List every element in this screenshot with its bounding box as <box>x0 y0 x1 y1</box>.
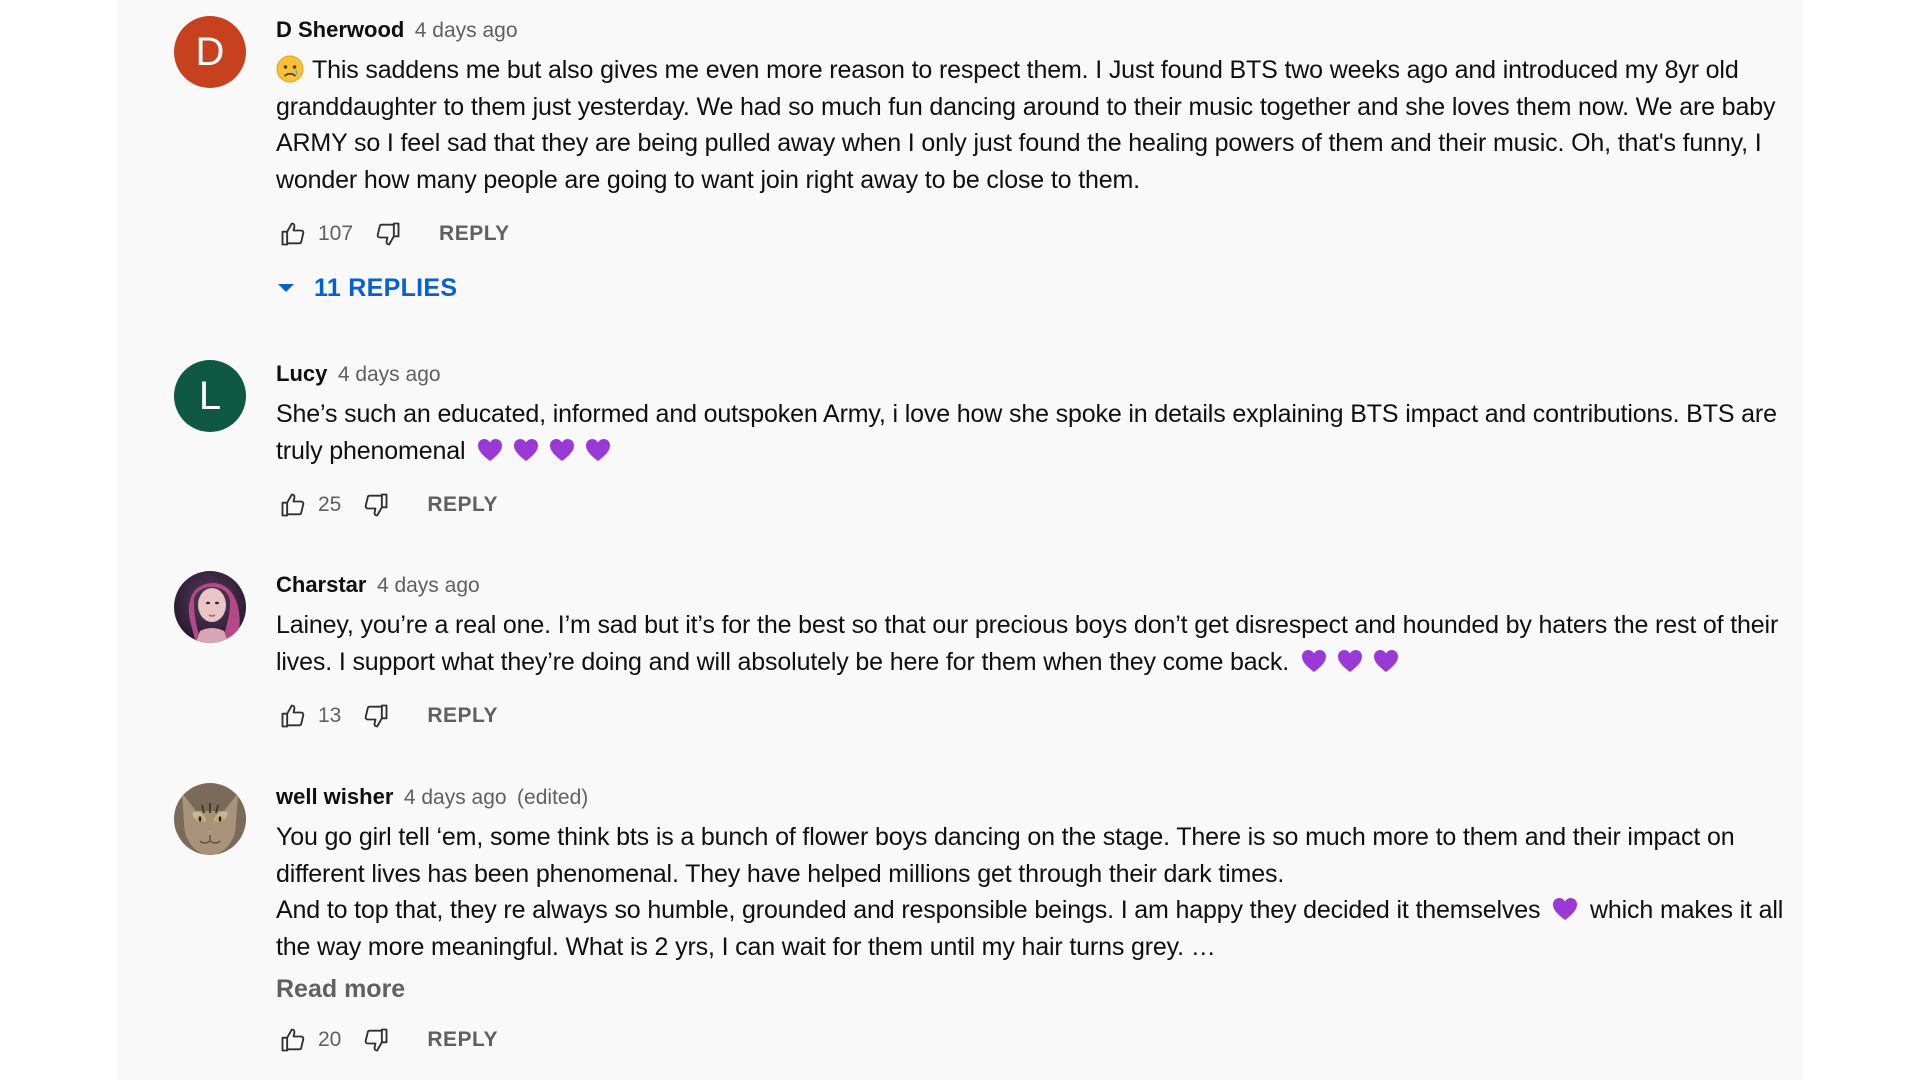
edited-label: (edited) <box>517 786 589 809</box>
purple-heart-icon <box>478 438 503 461</box>
comment-actions: 13 REPLY <box>276 696 1791 736</box>
like-button[interactable] <box>276 488 310 522</box>
thumbs-down-icon <box>365 704 388 728</box>
purple-heart-icon <box>1301 649 1326 672</box>
comment-text-content: This saddens me but also gives me even m… <box>276 56 1776 194</box>
purple-heart-icon <box>1553 898 1578 920</box>
purple-heart-icon <box>586 438 611 461</box>
author-name[interactable]: D Sherwood <box>276 17 404 42</box>
like-button[interactable] <box>276 699 310 733</box>
sad-face-icon <box>276 55 304 83</box>
avatar[interactable]: D <box>174 16 246 88</box>
like-count: 20 <box>318 1028 342 1051</box>
thumbs-up-icon <box>281 493 305 517</box>
timestamp[interactable]: 4 days ago <box>338 363 441 386</box>
comment-text-content: And to top that, they re always so humbl… <box>276 896 1541 924</box>
comment-header: well wisher 4 days ago (edited) <box>276 781 1791 813</box>
comment-text: She’s such an educated, informed and out… <box>276 396 1791 469</box>
reply-button[interactable]: REPLY <box>427 704 498 728</box>
comment-actions: 25 REPLY <box>276 485 1791 525</box>
avatar-letter: D <box>195 30 225 74</box>
comment-body: Lucy 4 days ago She’s such an educated, … <box>276 344 1791 525</box>
purple-heart-icon <box>1373 649 1398 672</box>
reply-button[interactable]: REPLY <box>427 1028 498 1052</box>
comment-header: Charstar 4 days ago <box>276 569 1791 601</box>
replies-count-label: 11 REPLIES <box>314 273 458 302</box>
dislike-button[interactable] <box>359 699 393 733</box>
view-replies-button[interactable]: 11 REPLIES <box>276 270 1791 306</box>
comment-text: This saddens me but also gives me even m… <box>276 52 1791 198</box>
avatar[interactable] <box>174 571 246 643</box>
comment-body: well wisher 4 days ago (edited) You go g… <box>276 767 1791 1060</box>
thumbs-down-icon <box>376 222 400 246</box>
purple-heart-icon <box>1337 649 1362 672</box>
like-count: 107 <box>318 222 354 245</box>
avatar-image <box>174 783 246 855</box>
like-count: 13 <box>318 704 342 727</box>
like-button[interactable] <box>276 1023 310 1057</box>
reply-button[interactable]: REPLY <box>439 222 510 246</box>
thumbs-down-icon <box>365 493 388 517</box>
thumbs-down-icon <box>365 1028 388 1052</box>
reply-button[interactable]: REPLY <box>427 493 498 517</box>
timestamp[interactable]: 4 days ago <box>404 786 507 809</box>
comment-text: Lainey, you’re a real one. I’m sad but i… <box>276 607 1791 680</box>
like-count: 25 <box>318 493 342 516</box>
comment-body: D Sherwood 4 days ago This saddens me bu… <box>276 0 1791 306</box>
like-button[interactable] <box>276 217 310 251</box>
avatar[interactable]: L <box>174 360 246 432</box>
purple-heart-icon <box>550 438 575 461</box>
author-name[interactable]: Charstar <box>276 572 366 597</box>
dislike-button[interactable] <box>359 488 393 522</box>
comment-header: Lucy 4 days ago <box>276 358 1791 390</box>
author-name[interactable]: well wisher <box>276 784 393 809</box>
timestamp[interactable]: 4 days ago <box>377 574 480 597</box>
avatar-letter: L <box>198 374 222 418</box>
purple-heart-icon <box>514 438 539 461</box>
avatar-image <box>174 571 246 643</box>
comment-paragraph: You go girl tell ‘em, some think bts is … <box>276 823 1735 888</box>
comment-text-content: Lainey, you’re a real one. I’m sad but i… <box>276 611 1779 676</box>
comments-panel: D D Sherwood 4 days ago This saddens me … <box>117 0 1803 1080</box>
thumbs-up-icon <box>281 1028 305 1052</box>
avatar[interactable] <box>174 783 246 855</box>
comment-actions: 20 REPLY <box>276 1020 1791 1060</box>
thumbs-up-icon <box>281 704 305 728</box>
caret-down-icon <box>278 284 294 292</box>
timestamp[interactable]: 4 days ago <box>415 19 518 42</box>
comment-header: D Sherwood 4 days ago <box>276 14 1791 46</box>
author-name[interactable]: Lucy <box>276 361 327 386</box>
thumbs-up-icon <box>281 222 305 246</box>
comment-body: Charstar 4 days ago Lainey, you’re a rea… <box>276 555 1791 736</box>
dislike-button[interactable] <box>359 1023 393 1057</box>
dislike-button[interactable] <box>371 217 405 251</box>
read-more-button[interactable]: Read more <box>276 975 405 1004</box>
comment-text: You go girl tell ‘em, some think bts is … <box>276 819 1791 965</box>
comment-actions: 107 REPLY <box>276 214 1791 254</box>
